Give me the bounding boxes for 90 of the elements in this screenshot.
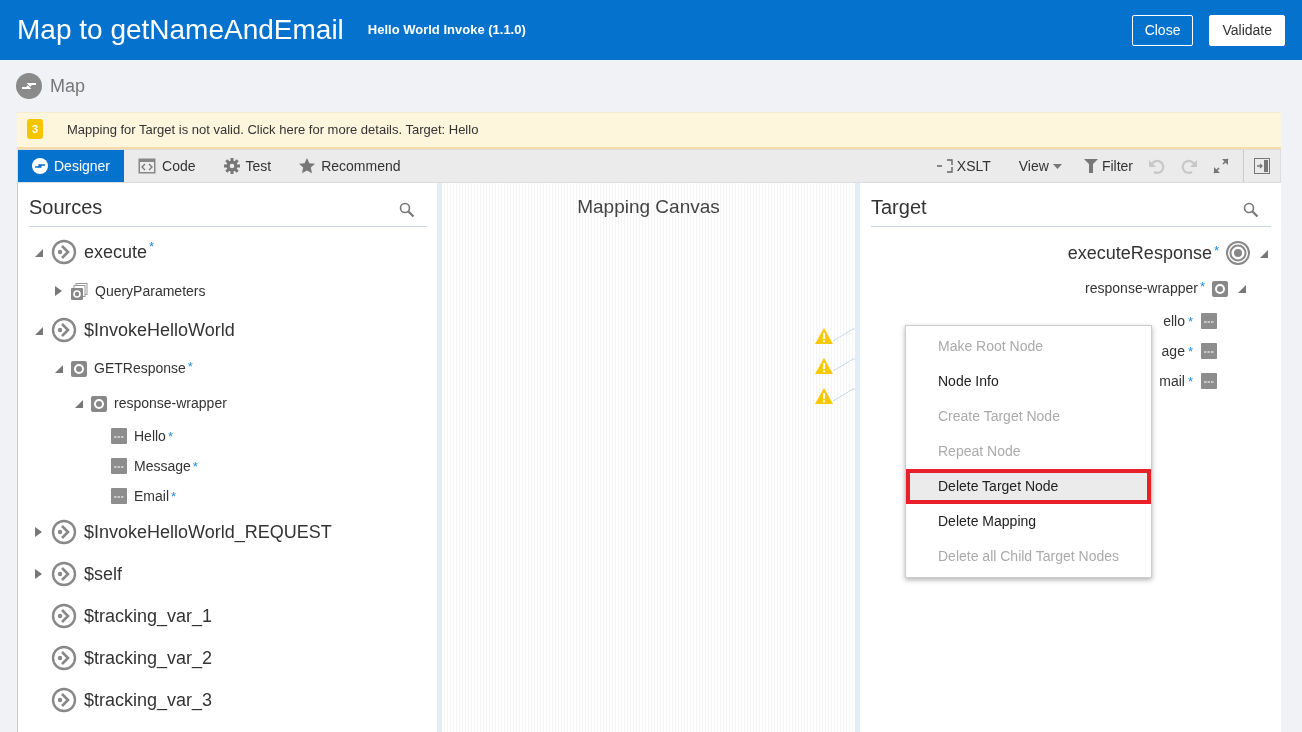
required-asterisk: * (1199, 278, 1205, 296)
tree-node-label[interactable]: $tracking_var_3 (84, 686, 213, 714)
tree-node-label[interactable]: $InvokeHelloWorld_REQUEST (84, 518, 332, 546)
element-icon (1212, 280, 1228, 297)
tree-node-label[interactable]: QueryParameters (95, 280, 206, 302)
caret-icon (1052, 163, 1062, 169)
canvas-title: Mapping Canvas (576, 195, 721, 219)
menu-item[interactable]: Delete Target Node (906, 469, 1151, 504)
required-asterisk: * (1187, 313, 1193, 331)
warning-banner[interactable]: 3 Mapping for Target is not valid. Click here for more details. Target: Hello (17, 112, 1281, 149)
gear-icon (223, 158, 240, 174)
expand-caret-icon[interactable] (34, 527, 42, 537)
warning-count: 3 (27, 119, 43, 139)
tree-node-label[interactable]: execute (84, 238, 148, 266)
tree-node-label[interactable]: Hello (134, 425, 166, 447)
node-icon (51, 687, 77, 713)
tab[interactable]: Recommend (285, 150, 415, 182)
text-node-icon (111, 488, 127, 504)
node-icon (51, 603, 77, 629)
search-icon (399, 202, 415, 218)
tree-node-label[interactable]: response-wrapper (114, 393, 227, 414)
text-node-icon (1201, 373, 1217, 389)
collapse-caret-icon[interactable] (73, 399, 83, 408)
tab[interactable]: Designer (18, 150, 125, 182)
redo-icon (1181, 158, 1197, 174)
code-icon (138, 158, 157, 174)
warning-message[interactable]: Mapping for Target is not valid. Click here for more details. Target: Hello (67, 120, 479, 140)
tree-node-label[interactable]: ello (1163, 310, 1185, 332)
panel-title: Target (871, 195, 927, 220)
tree-node-label[interactable]: Message (134, 455, 191, 477)
header-button[interactable]: Close (1131, 14, 1194, 46)
star-icon (299, 158, 316, 174)
expand-caret-icon[interactable] (34, 569, 42, 579)
tree-node-label[interactable]: $tracking_var_1 (84, 602, 213, 630)
tab[interactable]: Test (209, 150, 286, 182)
required-asterisk: * (1187, 343, 1193, 361)
required-asterisk: * (192, 458, 198, 476)
tree-node-label[interactable]: executeResponse (1067, 239, 1212, 267)
tree-node-label[interactable]: mail (1159, 370, 1185, 392)
undo-icon (1149, 158, 1165, 174)
node-icon (51, 561, 77, 587)
required-asterisk: * (149, 238, 155, 256)
designer-icon (32, 158, 48, 174)
tree-node-label[interactable]: response-wrapper (1085, 278, 1198, 299)
page-title: Map to getNameAndEmail (17, 16, 344, 44)
section-title: Map (50, 74, 85, 98)
tree-node-label[interactable]: age (1161, 340, 1185, 362)
required-asterisk: * (1213, 242, 1219, 260)
tree-node-label[interactable]: $self (84, 560, 123, 588)
required-asterisk: * (171, 488, 177, 506)
search-icon (1243, 202, 1259, 218)
tree-node-label[interactable]: Email (134, 485, 169, 507)
toolbar-button[interactable]: XSLT (922, 150, 1005, 182)
text-node-icon (1201, 343, 1217, 359)
collapse-caret-icon[interactable] (53, 364, 63, 373)
panel-title: Sources (29, 195, 103, 220)
collapse-caret-icon[interactable] (1258, 248, 1268, 258)
node-icon (51, 519, 77, 545)
menu-item[interactable]: Delete Mapping (906, 504, 1151, 539)
menu-item[interactable]: Node Info (906, 364, 1151, 399)
expand-caret-icon[interactable] (54, 286, 62, 296)
filter-icon (1083, 158, 1098, 174)
tree-node-label[interactable]: $tracking_var_2 (84, 644, 213, 672)
collection-icon (71, 282, 88, 300)
xslt-icon (936, 158, 953, 174)
element-icon (91, 395, 107, 412)
required-asterisk: * (167, 428, 173, 446)
text-node-icon (1201, 313, 1217, 329)
text-node-icon (111, 428, 127, 444)
toolbar-button[interactable]: View (1004, 150, 1076, 182)
collapse-caret-icon[interactable] (33, 247, 43, 257)
tab[interactable]: Code (124, 150, 210, 182)
required-asterisk: * (187, 358, 193, 376)
node-icon (51, 317, 77, 343)
required-asterisk: * (1187, 373, 1193, 391)
tree-node-label[interactable]: $InvokeHelloWorld (84, 316, 235, 344)
collapse-caret-icon[interactable] (1236, 284, 1246, 293)
node-icon (51, 239, 77, 265)
expand-icon (1213, 158, 1229, 174)
header-button[interactable]: Validate (1209, 14, 1285, 46)
root-node-icon (1226, 241, 1250, 265)
panel-icon (1254, 158, 1270, 174)
text-node-icon (111, 458, 127, 474)
collapse-caret-icon[interactable] (33, 325, 43, 335)
element-icon (71, 360, 87, 377)
toolbar-button[interactable]: Filter (1075, 150, 1141, 182)
map-icon (16, 73, 42, 99)
tree-node-label[interactable]: GETResponse (94, 358, 186, 379)
node-icon (51, 645, 77, 671)
integration-name: Hello World Invoke (1.1.0) (367, 21, 526, 40)
